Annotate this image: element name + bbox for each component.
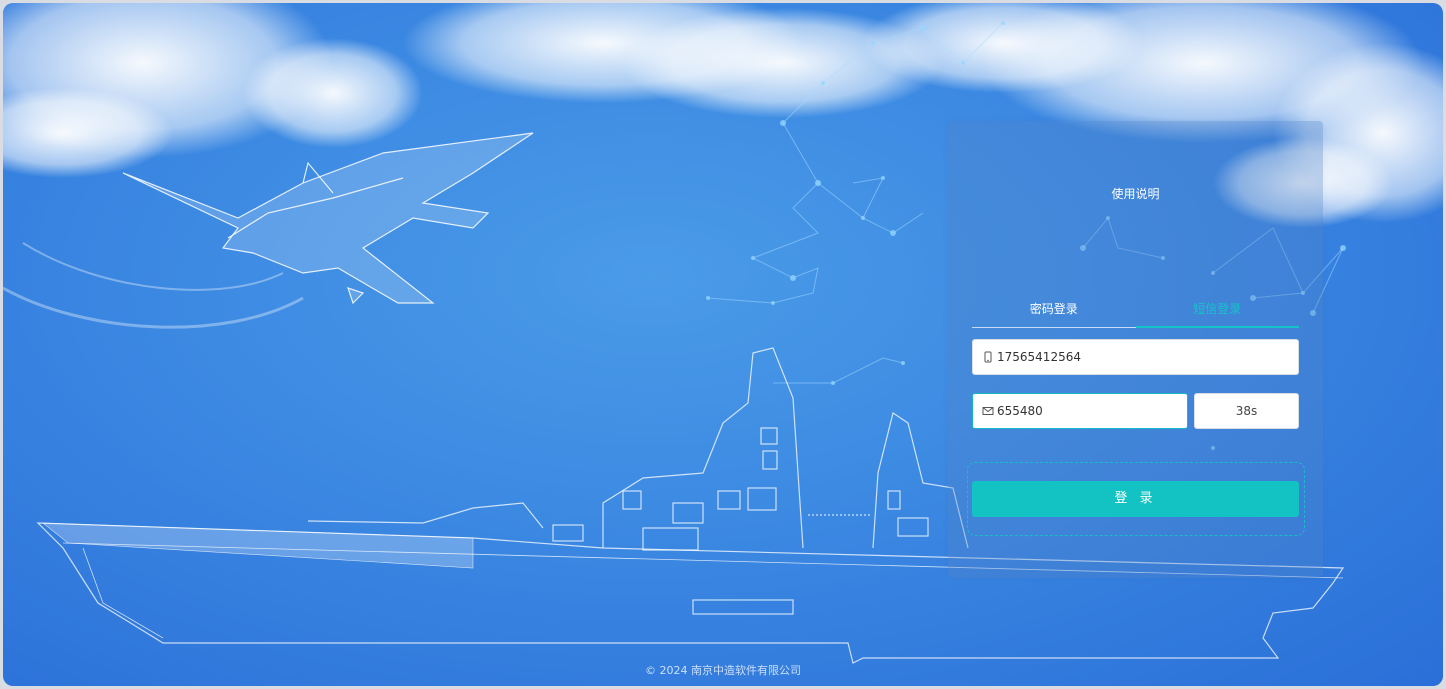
code-field[interactable] [972, 393, 1188, 429]
tab-password-login[interactable]: 密码登录 [972, 297, 1136, 321]
help-link[interactable]: 使用说明 [948, 185, 1323, 202]
countdown-button[interactable]: 38s [1194, 393, 1299, 429]
mobile-icon [984, 351, 992, 363]
login-button[interactable]: 登 录 [972, 481, 1299, 517]
phone-field[interactable] [972, 339, 1299, 375]
phone-input[interactable] [997, 340, 1292, 374]
code-input[interactable] [997, 394, 1181, 428]
jet-illustration [122, 132, 534, 305]
active-tab-indicator [1135, 326, 1299, 328]
tab-sms-login[interactable]: 短信登录 [1136, 297, 1300, 321]
login-panel: 使用说明 密码登录 短信登录 38s 登 录 [948, 121, 1323, 578]
login-tabs: 密码登录 短信登录 [972, 297, 1299, 328]
login-page: 使用说明 密码登录 短信登录 38s 登 录 © 2024 南京中造软件有限公司 [3, 3, 1443, 686]
mail-icon [982, 407, 994, 415]
copyright-footer: © 2024 南京中造软件有限公司 [645, 664, 801, 677]
